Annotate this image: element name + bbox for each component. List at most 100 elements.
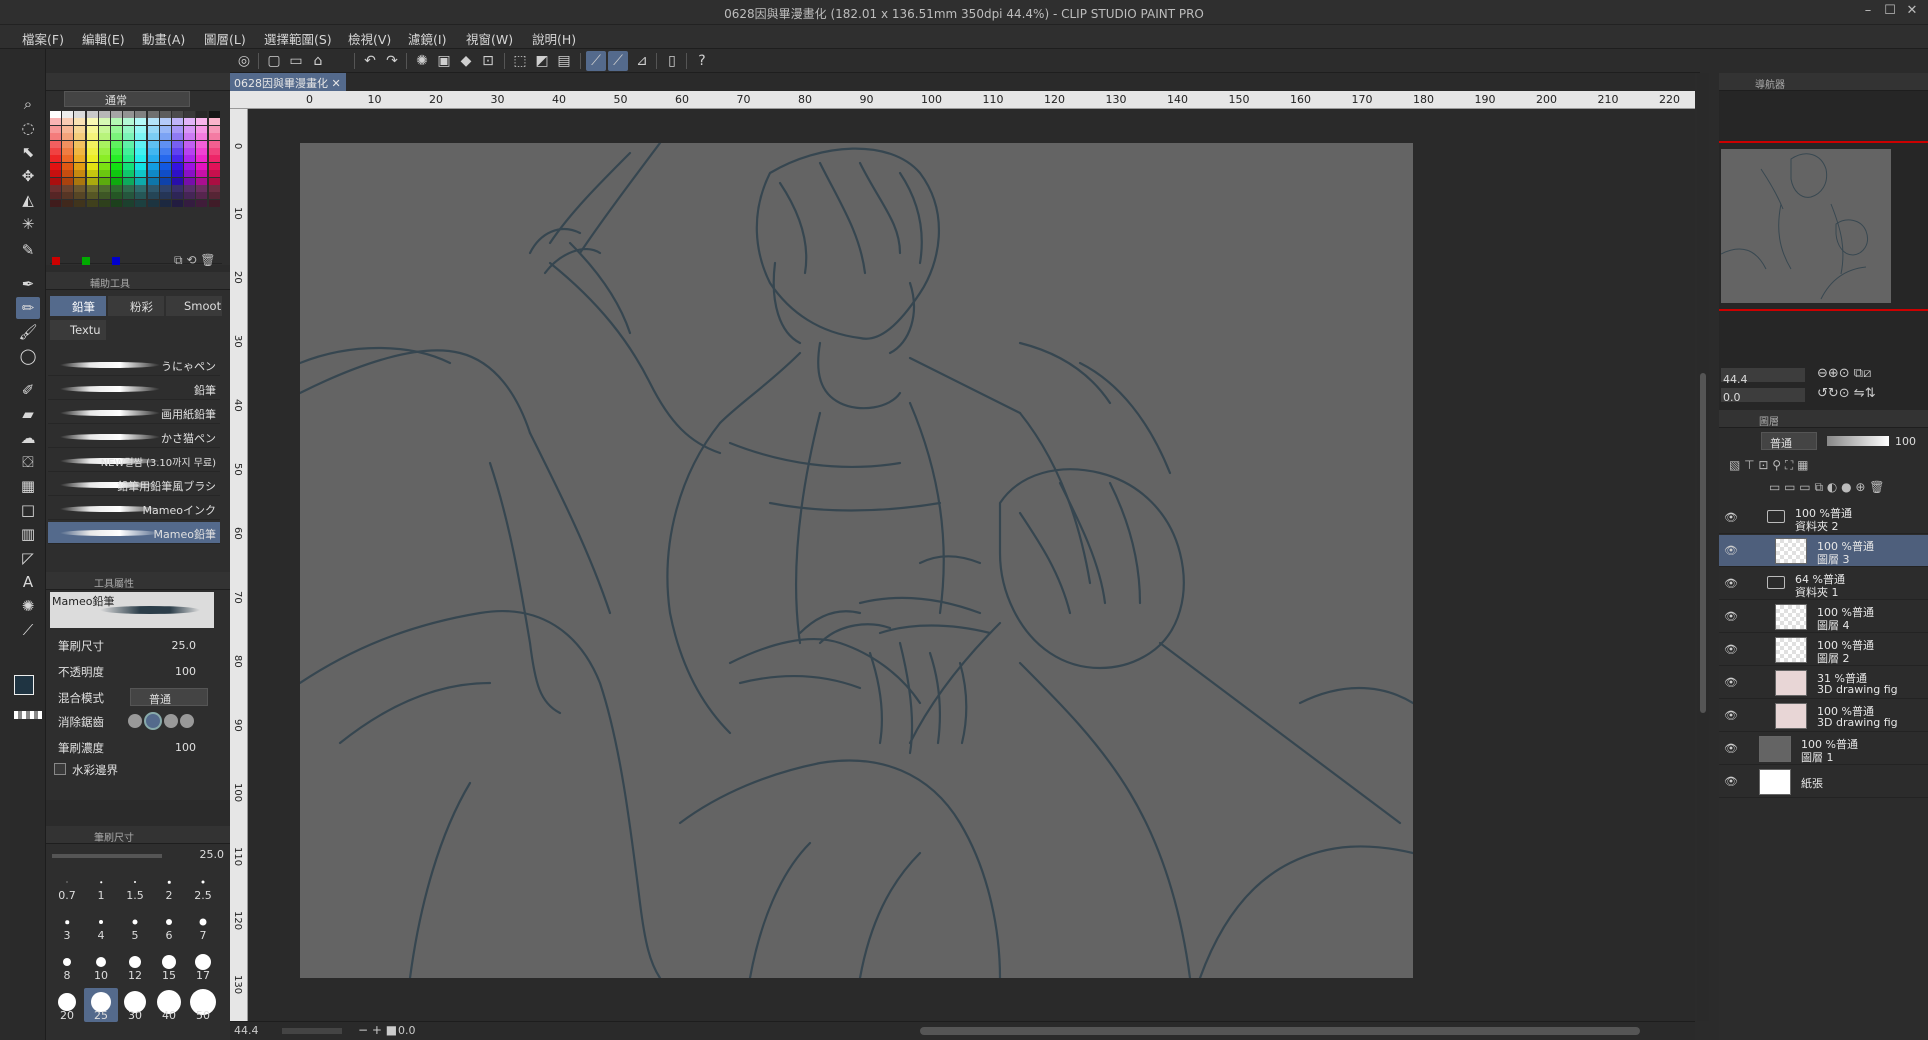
brush-size-cell[interactable]: 2	[152, 868, 186, 902]
density-row[interactable]: 筆刷濃度 100	[46, 736, 222, 758]
color-swatch[interactable]	[208, 155, 220, 163]
color-swatch[interactable]	[50, 125, 61, 133]
color-swatch[interactable]	[74, 177, 86, 185]
color-swatch[interactable]	[123, 148, 135, 155]
brush-size-cell[interactable]: 20	[50, 988, 84, 1022]
color-swatch[interactable]	[172, 155, 183, 163]
transparent-color-swatch[interactable]	[14, 711, 42, 719]
clear-outside-icon[interactable]: ▣	[434, 51, 454, 71]
color-swatch[interactable]	[208, 199, 220, 207]
tablet-settings-icon[interactable]: ▯	[662, 51, 682, 71]
color-swatch[interactable]	[208, 118, 220, 126]
color-swatch[interactable]	[135, 155, 147, 163]
color-swatch[interactable]	[86, 162, 98, 170]
move-icon[interactable]: ✥	[16, 165, 40, 187]
tab-texture[interactable]: Textu	[50, 320, 106, 340]
color-swatch[interactable]	[159, 199, 171, 207]
color-swatch[interactable]	[62, 185, 74, 192]
color-swatch[interactable]	[196, 111, 208, 118]
correct-line-icon[interactable]: ⟋	[16, 619, 40, 641]
snap-ruler-icon[interactable]: ⟋	[586, 51, 606, 71]
color-swatch[interactable]	[172, 148, 183, 155]
color-set-dropdown[interactable]: 通常	[64, 91, 190, 107]
color-swatch[interactable]	[208, 125, 220, 133]
brush-size-row[interactable]: 筆刷尺寸 25.0	[46, 634, 222, 656]
gradient-icon[interactable]: ▦	[16, 475, 40, 497]
clear-icon[interactable]: ✺	[412, 51, 432, 71]
layer-row[interactable]: 👁 100 %普通 圖層 2	[1719, 634, 1928, 666]
brush-item[interactable]: Mameoインク	[48, 498, 220, 520]
color-swatch[interactable]	[62, 140, 74, 148]
color-swatch[interactable]	[123, 177, 135, 185]
color-swatch[interactable]	[196, 185, 208, 192]
document-tab[interactable]: 0628因與畢漫畫化 ✕	[230, 73, 346, 91]
color-swatch[interactable]	[86, 148, 98, 155]
color-swatch[interactable]	[74, 118, 86, 126]
color-swatch[interactable]	[135, 192, 147, 200]
brush-size-cell[interactable]: 3	[50, 908, 84, 942]
color-swatch[interactable]	[74, 162, 86, 170]
color-swatch[interactable]	[184, 125, 196, 133]
color-swatch[interactable]	[50, 199, 61, 207]
color-swatch[interactable]	[98, 170, 110, 178]
color-swatch[interactable]	[147, 148, 159, 155]
color-swatch[interactable]	[208, 133, 220, 141]
color-swatch[interactable]	[135, 199, 147, 207]
color-swatch[interactable]	[196, 133, 208, 141]
close-tab-icon[interactable]: ✕	[332, 77, 341, 90]
antialias-mid-icon[interactable]	[164, 714, 178, 728]
undo-icon[interactable]: ↶	[360, 51, 380, 71]
color-swatch[interactable]	[184, 185, 196, 192]
navigator-zoom-buttons-icon[interactable]: ⊖⊕⊙ ⧉⧄	[1817, 366, 1871, 381]
color-swatch[interactable]	[147, 118, 159, 126]
color-swatch[interactable]	[74, 125, 86, 133]
color-swatch[interactable]	[62, 118, 74, 126]
layer-row[interactable]: 👁 紙張	[1719, 766, 1928, 798]
color-swatch[interactable]	[147, 177, 159, 185]
layer-action-icons[interactable]: ▭ ▭ ▭ ⧉ ◐ ● ⊕ 🗑	[1769, 480, 1885, 495]
minimize-icon[interactable]: –	[1858, 3, 1878, 21]
color-swatch[interactable]	[111, 170, 122, 178]
color-swatch[interactable]	[147, 111, 159, 118]
layer-row[interactable]: 👁 100 %普通 圖層 1	[1719, 733, 1928, 765]
menu-filter[interactable]: 濾鏡(I)	[408, 29, 446, 48]
color-swatch[interactable]	[86, 111, 98, 118]
color-swatch[interactable]	[62, 148, 74, 155]
color-swatch[interactable]	[172, 140, 183, 148]
color-swatch[interactable]	[159, 170, 171, 178]
brush-item[interactable]: うにゃペン	[48, 354, 220, 376]
opacity-value[interactable]: 100	[175, 665, 196, 678]
brush-size-slider[interactable]	[52, 854, 162, 858]
color-swatch[interactable]	[135, 162, 147, 170]
color-swatch[interactable]	[159, 125, 171, 133]
color-swatch[interactable]	[135, 170, 147, 178]
antialias-row[interactable]: 消除鋸齒	[46, 710, 222, 732]
color-swatch[interactable]	[98, 111, 110, 118]
color-swatch[interactable]	[184, 111, 196, 118]
layer-visibility-icon[interactable]: 👁	[1724, 742, 1738, 755]
opacity-row[interactable]: 不透明度 100	[46, 660, 222, 682]
brush-size-cell[interactable]: 1	[84, 868, 118, 902]
brush-size-cell[interactable]: 8	[50, 948, 84, 982]
color-swatch[interactable]	[159, 177, 171, 185]
color-swatch[interactable]	[123, 111, 135, 118]
color-swatch[interactable]	[147, 199, 159, 207]
color-swatch[interactable]	[184, 177, 196, 185]
color-swatch[interactable]	[208, 192, 220, 200]
brush-size-cell[interactable]: 0.7	[50, 868, 84, 902]
color-swatch[interactable]	[208, 140, 220, 148]
layer-row[interactable]: 👁 100 %普通 圖層 3	[1719, 535, 1928, 567]
color-swatch[interactable]	[86, 118, 98, 126]
color-swatch[interactable]	[50, 192, 61, 200]
density-value[interactable]: 100	[175, 741, 196, 754]
color-swatch[interactable]	[62, 177, 74, 185]
color-swatch[interactable]	[86, 177, 98, 185]
color-swatch[interactable]	[172, 192, 183, 200]
brush-size-cell[interactable]: 5	[118, 908, 152, 942]
close-icon[interactable]: ✕	[1902, 3, 1922, 21]
color-swatch[interactable]	[196, 199, 208, 207]
color-swatch[interactable]	[74, 155, 86, 163]
color-swatch[interactable]	[147, 140, 159, 148]
brush-item[interactable]: かさ猫ペン	[48, 426, 220, 448]
tab-smooth[interactable]: Smoot	[166, 296, 222, 316]
